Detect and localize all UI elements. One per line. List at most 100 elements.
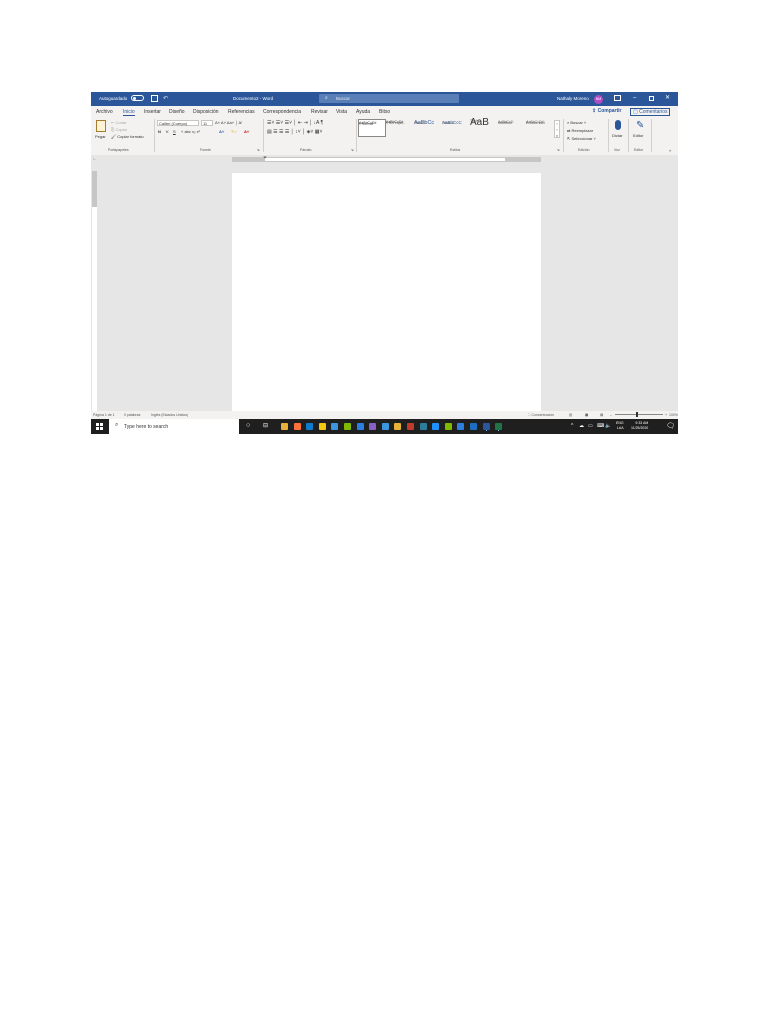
indent-marker-icon[interactable]: ⏷ [263, 155, 267, 161]
taskbar-app-icon[interactable] [419, 423, 427, 430]
notifications-icon[interactable]: 🗨 [666, 422, 675, 430]
ribbon-display-options-icon[interactable] [614, 95, 621, 101]
align-left-icon[interactable]: ▤ ☰ ☰ ☰ │ ↕˅ │ ◈˅ ▦˅ [267, 129, 322, 135]
print-layout-icon[interactable]: ▦ [585, 413, 588, 417]
tab-disposicion[interactable]: Disposición [193, 109, 219, 115]
save-icon[interactable] [151, 95, 158, 102]
styles-scroll-button[interactable]: ˄ ˅ ▾ [554, 120, 560, 138]
strikethrough-icon[interactable]: ˅ abc x₂ x² [181, 129, 200, 134]
close-button[interactable]: ✕ [665, 94, 670, 101]
autosave-toggle[interactable] [131, 95, 144, 101]
task-view-icon[interactable]: ⊟ [263, 422, 268, 429]
avatar[interactable]: NM [594, 95, 603, 104]
comments-button[interactable]: ▢ Comentarios [630, 108, 671, 116]
read-mode-icon[interactable]: ▥ [569, 413, 572, 417]
tab-vista[interactable]: Vista [336, 109, 347, 115]
microphone-icon[interactable] [615, 120, 621, 130]
search-box[interactable]: ⌕ Buscar [319, 94, 459, 103]
vertical-ruler[interactable] [91, 163, 98, 411]
undo-icon[interactable]: ↶ [163, 95, 168, 102]
focus-button[interactable]: ⛶ Concentración [528, 413, 554, 417]
taskbar-app-icon[interactable] [318, 423, 326, 430]
taskbar-search-box[interactable]: ⌕ Type here to search [109, 419, 239, 434]
clock[interactable]: 9:33 AM 11/25/2020 [631, 421, 648, 431]
tab-insertar[interactable]: Insertar [144, 109, 161, 115]
tab-ayuda[interactable]: Ayuda [356, 109, 370, 115]
taskbar-app-icon[interactable] [306, 423, 314, 430]
tab-archivo[interactable]: Archivo [96, 109, 113, 115]
zoom-in-icon[interactable]: + [665, 413, 667, 417]
horizontal-ruler[interactable]: ∟ ⏷ [91, 155, 678, 163]
taskbar-app-icon[interactable] [344, 423, 351, 430]
paste-label[interactable]: Pegar [95, 134, 106, 139]
cortana-icon[interactable]: ○ [246, 422, 250, 429]
tab-revisar[interactable]: Revisar [311, 109, 328, 115]
style-title[interactable]: AaB Título [470, 117, 498, 137]
zoom-slider-thumb[interactable] [636, 412, 638, 417]
taskbar-app-icon[interactable] [495, 423, 503, 430]
show-hidden-icons-icon[interactable]: ^ [571, 423, 573, 429]
share-button[interactable]: ⇪ Compartir [592, 108, 622, 114]
taskbar-app-icon[interactable] [444, 423, 452, 430]
tab-bitso[interactable]: Bitso [379, 109, 390, 115]
document-page[interactable] [232, 173, 541, 411]
user-name[interactable]: Nathaly Moreno [557, 96, 589, 101]
language-indicator[interactable]: ENG LAA [616, 421, 624, 431]
word-count[interactable]: 0 palabras [124, 413, 140, 417]
tab-correspondencia[interactable]: Correspondencia [263, 109, 301, 115]
minimize-button[interactable]: – [633, 95, 636, 101]
dictate-button[interactable]: Dictar [612, 133, 622, 138]
style-heading-1[interactable]: AaBbCc Título 1 [414, 119, 442, 137]
styles-dialog-launcher-icon[interactable]: ⇲ [557, 148, 560, 152]
tab-diseno[interactable]: Diseño [169, 109, 185, 115]
format-painter-button[interactable]: 🖌 Copiar formato [111, 134, 144, 139]
taskbar-app-icon[interactable] [331, 423, 339, 430]
taskbar-app-icon[interactable] [394, 423, 402, 430]
onedrive-icon[interactable]: ☁ [579, 423, 584, 429]
bullets-icon[interactable]: ☰˅ ☰˅ ☰˅ │ ⇤ ⇥ │ ↓A ¶ [267, 120, 323, 126]
style-heading-2[interactable]: AaBbCcC Título 2 [442, 119, 470, 137]
highlight-icon[interactable]: ✎˅ [231, 129, 237, 134]
replace-button[interactable]: ⇄ Reemplazar [567, 128, 593, 133]
taskbar-app-icon[interactable] [470, 423, 477, 430]
font-color-icon[interactable]: A˅ [244, 129, 249, 134]
volume-icon[interactable]: 🔈 [605, 423, 611, 429]
grow-font-icon[interactable]: A˄ A˅ Aa˅ │ A̸ [215, 120, 241, 125]
paste-icon[interactable] [96, 120, 106, 132]
taskbar-app-icon[interactable] [293, 423, 301, 430]
taskbar-app-icon[interactable] [457, 423, 465, 430]
font-dialog-launcher-icon[interactable]: ⇲ [257, 148, 260, 152]
tab-inicio[interactable]: Inicio [123, 109, 135, 116]
collapse-ribbon-icon[interactable]: ˄ [669, 148, 671, 153]
bold-button[interactable]: N [158, 129, 161, 134]
style-subtitle[interactable]: AaBbCcD Subtítulo [498, 119, 526, 137]
find-button[interactable]: ⌕ Buscar ˅ [567, 120, 586, 125]
italic-button[interactable]: K [166, 129, 169, 134]
language-status[interactable]: Inglés (Estados Unidos) [151, 413, 188, 417]
network-icon[interactable]: ▭ [588, 423, 593, 429]
zoom-slider[interactable] [615, 414, 663, 415]
copy-button[interactable]: ⎘ Copiar [111, 127, 127, 132]
font-name-box[interactable]: Calibri (Cuerpo) [157, 120, 199, 126]
page-info[interactable]: Página 1 de 1 [93, 413, 115, 417]
taskbar-app-icon[interactable] [281, 423, 288, 430]
windows-start-icon[interactable] [96, 423, 103, 430]
text-effects-icon[interactable]: A˅ [219, 129, 224, 134]
underline-button[interactable]: S [173, 129, 176, 134]
editor-button[interactable]: Editor [633, 133, 643, 138]
style-no-spacing[interactable]: AaBbCcDd ¶ Sin espa... [386, 119, 414, 137]
web-layout-icon[interactable]: ▤ [600, 413, 603, 417]
tab-referencias[interactable]: Referencias [228, 109, 255, 115]
cut-button[interactable]: ✂ Cortar [111, 120, 127, 125]
editor-pen-icon[interactable]: ✎ [636, 120, 644, 131]
taskbar-app-icon[interactable] [356, 423, 364, 430]
restore-button[interactable] [649, 96, 654, 101]
font-size-box[interactable]: 11 [201, 120, 213, 126]
style-subtle-emphasis[interactable]: AaBbCcDd Énfasis sutil [526, 119, 554, 137]
style-normal[interactable]: AaBbCcDd ¶ Normal [358, 119, 386, 137]
keyboard-icon[interactable]: ⌨ [597, 423, 604, 429]
taskbar-app-icon[interactable] [432, 423, 440, 430]
taskbar-app-icon[interactable] [381, 423, 389, 430]
select-button[interactable]: ⇱ Seleccionar ˅ [567, 136, 596, 141]
paragraph-dialog-launcher-icon[interactable]: ⇲ [351, 148, 354, 152]
